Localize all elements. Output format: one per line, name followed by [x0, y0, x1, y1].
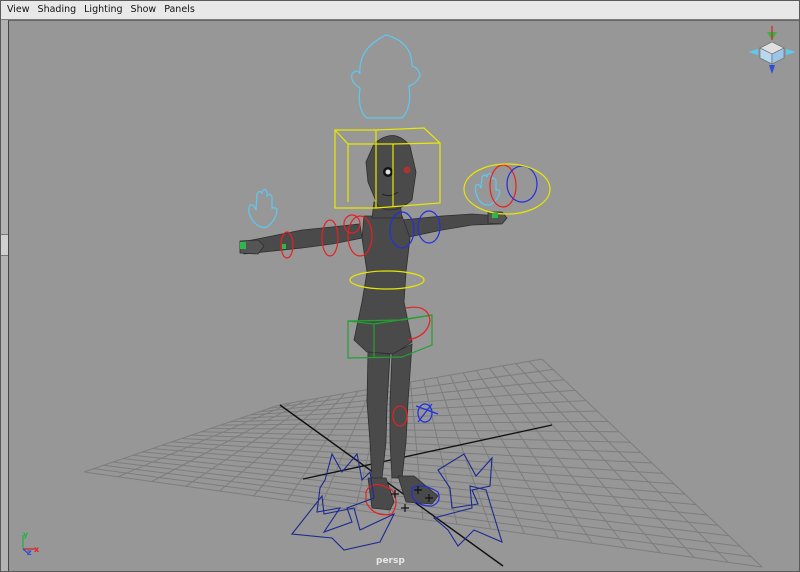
axis-z-label: z: [27, 548, 32, 557]
head-shape-control[interactable]: [351, 34, 421, 119]
3d-viewport[interactable]: [8, 20, 799, 571]
grid-line: [541, 358, 763, 568]
axis-x-label: x: [34, 545, 40, 554]
view-cube[interactable]: [748, 26, 796, 74]
camera-name-label: persp: [376, 556, 405, 566]
menu-lighting[interactable]: Lighting: [80, 1, 126, 19]
menu-show[interactable]: Show: [127, 1, 161, 19]
right-hand-control[interactable]: [474, 173, 501, 206]
menu-panels[interactable]: Panels: [160, 1, 199, 19]
axis-y-label: y: [23, 530, 29, 539]
panel-splitter-handle[interactable]: [1, 234, 8, 256]
menu-shading[interactable]: Shading: [34, 1, 81, 19]
left-hand-control[interactable]: [248, 188, 278, 229]
maya-viewport-window: View Shading Lighting Show Panels persp …: [0, 0, 800, 572]
panel-menubar: View Shading Lighting Show Panels: [1, 1, 799, 20]
viewport-canvas[interactable]: [9, 21, 799, 571]
ground-grid: [83, 358, 763, 568]
menu-view[interactable]: View: [1, 1, 34, 19]
